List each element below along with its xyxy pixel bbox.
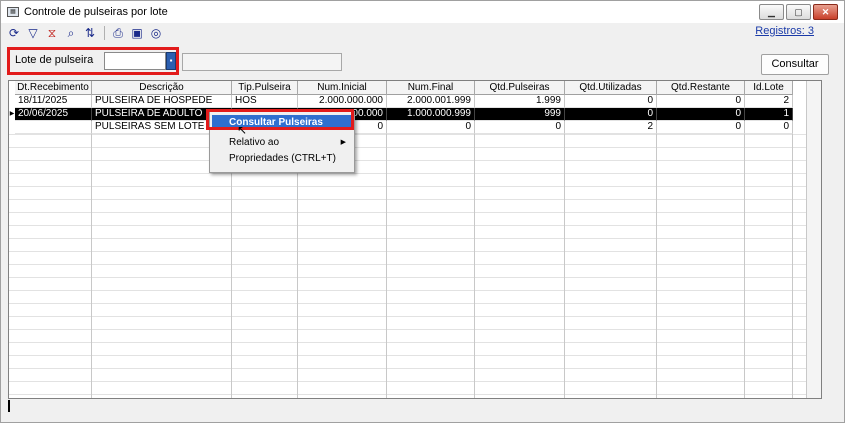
table-cell: PULSEIRA DE HOSPEDE [92, 95, 232, 108]
lotes-grid[interactable]: Dt.Recebimento Descrição Tip.Pulseira Num.I… [8, 80, 822, 399]
minimize-icon[interactable]: ▁ [759, 4, 784, 20]
grid-column-line [792, 134, 793, 398]
table-cell: 0 [387, 121, 475, 134]
table-cell: 18/11/2025 [15, 95, 92, 108]
main-window: ▦ Controle de pulseiras por lote ▁ ▢ ✕ ⟳… [0, 0, 845, 423]
search-icon[interactable]: ⌕ [64, 26, 78, 40]
table-cell: HOS [232, 95, 298, 108]
table-row[interactable]: PULSEIRAS SEM LOTE 0 0 0 2 0 0 [15, 121, 793, 134]
grid-column-line [297, 134, 298, 398]
grid-column-line [564, 134, 565, 398]
table-cell: 0 [475, 121, 565, 134]
submenu-arrow-icon: ▶ [340, 139, 346, 146]
column-header[interactable]: Qtd.Utilizadas [565, 81, 657, 95]
consultar-button[interactable]: Consultar [761, 54, 829, 75]
table-cell: 0 [657, 108, 745, 121]
status-marker [8, 400, 10, 412]
grid-header: Dt.Recebimento Descrição Tip.Pulseira Num.I… [15, 81, 793, 95]
column-header[interactable]: Qtd.Pulseiras [475, 81, 565, 95]
app-icon: ▦ [7, 7, 19, 17]
column-header[interactable]: Qtd.Restante [657, 81, 745, 95]
lote-description-field [182, 53, 342, 71]
menu-item-relativo-ao-label: Relativo ao [229, 137, 280, 148]
lote-label: Lote de pulseira [15, 54, 94, 66]
table-cell: 1 [745, 108, 793, 121]
menu-highlight-frame [206, 109, 354, 130]
table-cell: 0 [657, 95, 745, 108]
mouse-cursor-icon: ↖ [237, 123, 248, 137]
grid-column-line [386, 134, 387, 398]
grid-vertical-scroll[interactable] [806, 81, 821, 398]
filter-icon[interactable]: ▽ [26, 26, 40, 40]
close-icon[interactable]: ✕ [813, 4, 838, 20]
table-cell: 2.000.000.000 [298, 95, 387, 108]
table-cell: 20/06/2025 [15, 108, 92, 121]
sort-icon[interactable]: ⇅ [83, 26, 97, 40]
menu-item-relativo-ao[interactable]: Relativo ao ▶ [212, 135, 352, 150]
table-cell: 0 [745, 121, 793, 134]
refresh-icon[interactable]: ⟳ [7, 26, 21, 40]
column-header[interactable]: Id.Lote [745, 81, 793, 95]
save-icon[interactable]: ▣ [130, 26, 144, 40]
column-header[interactable]: Tip.Pulseira [232, 81, 298, 95]
table-cell: 999 [475, 108, 565, 121]
table-cell: 0 [565, 95, 657, 108]
column-header[interactable]: Descrição [92, 81, 232, 95]
grid-column-line [656, 134, 657, 398]
grid-column-line [744, 134, 745, 398]
table-cell: 0 [565, 108, 657, 121]
table-cell: 2.000.001.999 [387, 95, 475, 108]
column-header[interactable]: Dt.Recebimento [15, 81, 92, 95]
lookup-icon[interactable]: ▪ [166, 52, 176, 70]
column-header[interactable]: Num.Final [387, 81, 475, 95]
grid-column-line [91, 134, 92, 398]
column-header[interactable]: Num.Inicial [298, 81, 387, 95]
registros-link[interactable]: Registros: 3 [755, 25, 814, 37]
grid-column-line [474, 134, 475, 398]
toolbar-separator [104, 26, 105, 40]
table-cell: 2 [745, 95, 793, 108]
maximize-icon[interactable]: ▢ [786, 4, 811, 20]
table-row[interactable]: 20/06/2025PULSEIRA DE ADULTO1.000.000.00… [15, 108, 793, 121]
table-cell: 0 [657, 121, 745, 134]
row-indicator-icon: ▶ [9, 111, 15, 117]
title-bar[interactable]: ▦ Controle de pulseiras por lote ▁ ▢ ✕ [1, 1, 844, 23]
table-row[interactable]: 18/11/2025 PULSEIRA DE HOSPEDE HOS 2.000.00… [15, 95, 793, 108]
table-cell [15, 121, 92, 134]
toolbar: ⟳ ▽ ⧖ ⌕ ⇅ ⎙ ▣ ◎ [1, 23, 844, 43]
table-cell: 1.000.000.999 [387, 108, 475, 121]
menu-item-propriedades[interactable]: Propriedades (CTRL+T) [212, 151, 352, 166]
grid-column-line [231, 134, 232, 398]
ia-icon[interactable]: ◎ [149, 26, 163, 40]
grid-empty-area [9, 134, 821, 398]
lote-input[interactable] [104, 52, 166, 70]
print-icon[interactable]: ⎙ [111, 26, 125, 40]
clear-filter-icon[interactable]: ⧖ [45, 26, 59, 40]
table-cell: 2 [565, 121, 657, 134]
window-title: Controle de pulseiras por lote [24, 6, 168, 18]
table-cell: 1.999 [475, 95, 565, 108]
